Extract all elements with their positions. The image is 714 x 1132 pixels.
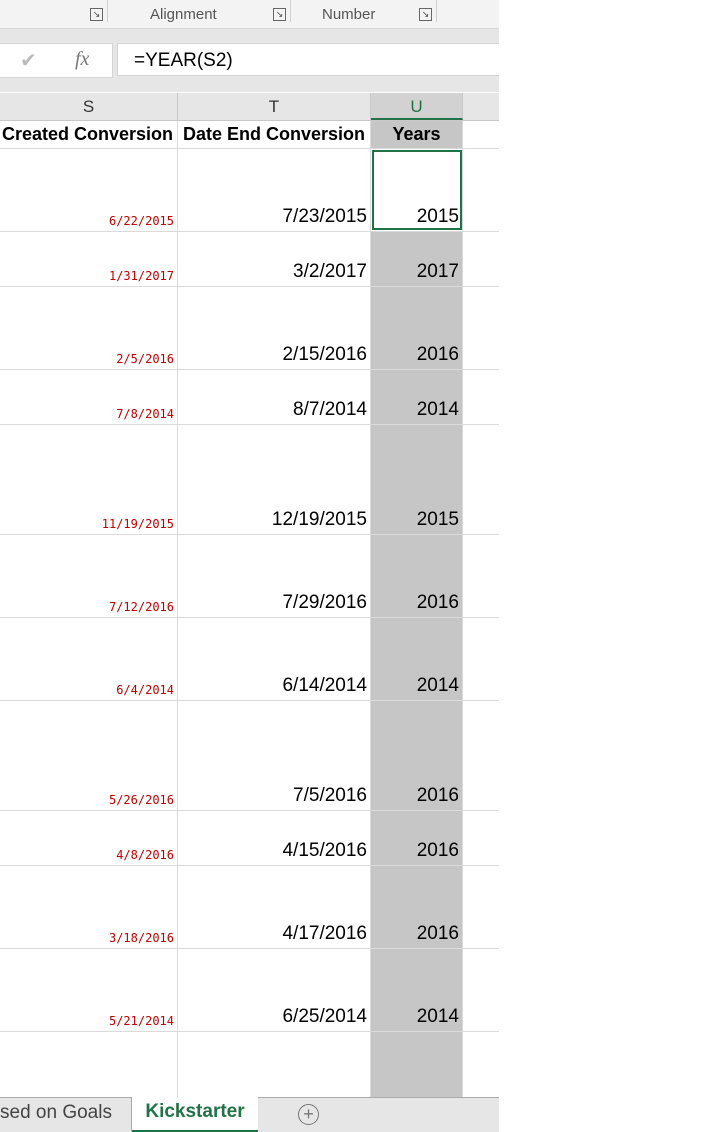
divider (107, 0, 108, 22)
ribbon-gap (0, 29, 499, 43)
cell-u[interactable]: 2016 (371, 811, 463, 865)
table-row: 1/31/2017 3/2/2017 2017 (0, 232, 499, 287)
table-row: 3/18/2016 4/17/2016 2016 (0, 866, 499, 949)
cell-t[interactable]: 8/7/2014 (178, 370, 371, 424)
cell-s[interactable]: 5/21/2014 (0, 949, 178, 1031)
group-number: Number (322, 6, 376, 23)
check-icon[interactable]: ✔ (20, 48, 37, 73)
column-headers: S T U (0, 93, 499, 121)
alignment-launcher-icon[interactable]: ↘ (273, 8, 286, 21)
cell-t[interactable]: 2/15/2016 (178, 287, 371, 369)
cell-header-s[interactable]: Created Conversion (0, 121, 178, 148)
cell-header-t[interactable]: Date End Conversion (178, 121, 371, 148)
column-header-t[interactable]: T (178, 93, 371, 120)
cell-s[interactable]: 5/26/2016 (0, 701, 178, 810)
table-row (0, 1032, 499, 1098)
cell-t[interactable]: 7/5/2016 (178, 701, 371, 810)
table-row: 7/12/2016 7/29/2016 2016 (0, 535, 499, 618)
header-row: Created Conversion Date End Conversion Y… (0, 121, 499, 149)
cell-grid: Created Conversion Date End Conversion Y… (0, 121, 499, 1098)
cell-s[interactable]: 3/18/2016 (0, 866, 178, 948)
excel-window: ↘ Alignment ↘ Number ↘ ✔ fx =YEAR(S2) S … (0, 0, 499, 1132)
cell-u[interactable]: 2016 (371, 287, 463, 369)
table-row: 6/4/2014 6/14/2014 2014 (0, 618, 499, 701)
cell-s[interactable] (0, 1032, 178, 1097)
number-launcher-icon[interactable]: ↘ (419, 8, 432, 21)
cell-s[interactable]: 4/8/2016 (0, 811, 178, 865)
cell-header-u[interactable]: Years (371, 121, 463, 148)
add-sheet-icon[interactable]: + (298, 1104, 319, 1125)
cell-t[interactable]: 6/25/2014 (178, 949, 371, 1031)
cell-t[interactable]: 7/23/2015 (178, 149, 371, 231)
fx-icon[interactable]: fx (75, 48, 89, 71)
cell-t[interactable]: 4/15/2016 (178, 811, 371, 865)
cell-u[interactable]: 2016 (371, 866, 463, 948)
cell-u[interactable]: 2014 (371, 618, 463, 700)
ribbon: ↘ Alignment ↘ Number ↘ (0, 0, 499, 29)
cell-t[interactable]: 4/17/2016 (178, 866, 371, 948)
sheet-tab-kickstarter[interactable]: Kickstarter (132, 1097, 258, 1132)
column-header-s[interactable]: S (0, 93, 178, 120)
formula-buttons: ✔ fx (0, 43, 113, 78)
column-header-u[interactable]: U (371, 93, 463, 120)
table-row: 5/26/2016 7/5/2016 2016 (0, 701, 499, 811)
group-alignment: Alignment (150, 6, 217, 23)
table-row: 2/5/2016 2/15/2016 2016 (0, 287, 499, 370)
sheet-tab-goals[interactable]: sed on Goals (0, 1098, 132, 1131)
cell-u[interactable]: 2014 (371, 370, 463, 424)
table-row: 7/8/2014 8/7/2014 2014 (0, 370, 499, 425)
cell-t[interactable]: 12/19/2015 (178, 425, 371, 534)
formula-input[interactable]: =YEAR(S2) (117, 43, 499, 76)
cell-u[interactable]: 2015 (371, 425, 463, 534)
cell-t[interactable] (178, 1032, 371, 1097)
cell-s[interactable]: 7/12/2016 (0, 535, 178, 617)
cell-s[interactable]: 7/8/2014 (0, 370, 178, 424)
table-row: 11/19/2015 12/19/2015 2015 (0, 425, 499, 535)
table-row: 6/22/2015 7/23/2015 2015 (0, 149, 499, 232)
divider (290, 0, 291, 22)
cell-u[interactable]: 2016 (371, 535, 463, 617)
cell-s[interactable]: 6/4/2014 (0, 618, 178, 700)
cell-s[interactable]: 6/22/2015 (0, 149, 178, 231)
cell-s[interactable]: 1/31/2017 (0, 232, 178, 286)
cell-u[interactable] (371, 1032, 463, 1097)
table-row: 5/21/2014 6/25/2014 2014 (0, 949, 499, 1032)
cell-u[interactable]: 2014 (371, 949, 463, 1031)
divider (436, 0, 437, 22)
cell-s[interactable]: 2/5/2016 (0, 287, 178, 369)
cell-t[interactable]: 7/29/2016 (178, 535, 371, 617)
cell-u[interactable]: 2015 (371, 149, 463, 231)
dialog-launcher-icon[interactable]: ↘ (90, 8, 103, 21)
sheet-tabs: sed on Goals Kickstarter + (0, 1097, 499, 1132)
cell-u[interactable]: 2016 (371, 701, 463, 810)
cell-u[interactable]: 2017 (371, 232, 463, 286)
cell-t[interactable]: 3/2/2017 (178, 232, 371, 286)
cell-s[interactable]: 11/19/2015 (0, 425, 178, 534)
formula-bar: ✔ fx =YEAR(S2) (0, 42, 499, 92)
cell-t[interactable]: 6/14/2014 (178, 618, 371, 700)
table-row: 4/8/2016 4/15/2016 2016 (0, 811, 499, 866)
